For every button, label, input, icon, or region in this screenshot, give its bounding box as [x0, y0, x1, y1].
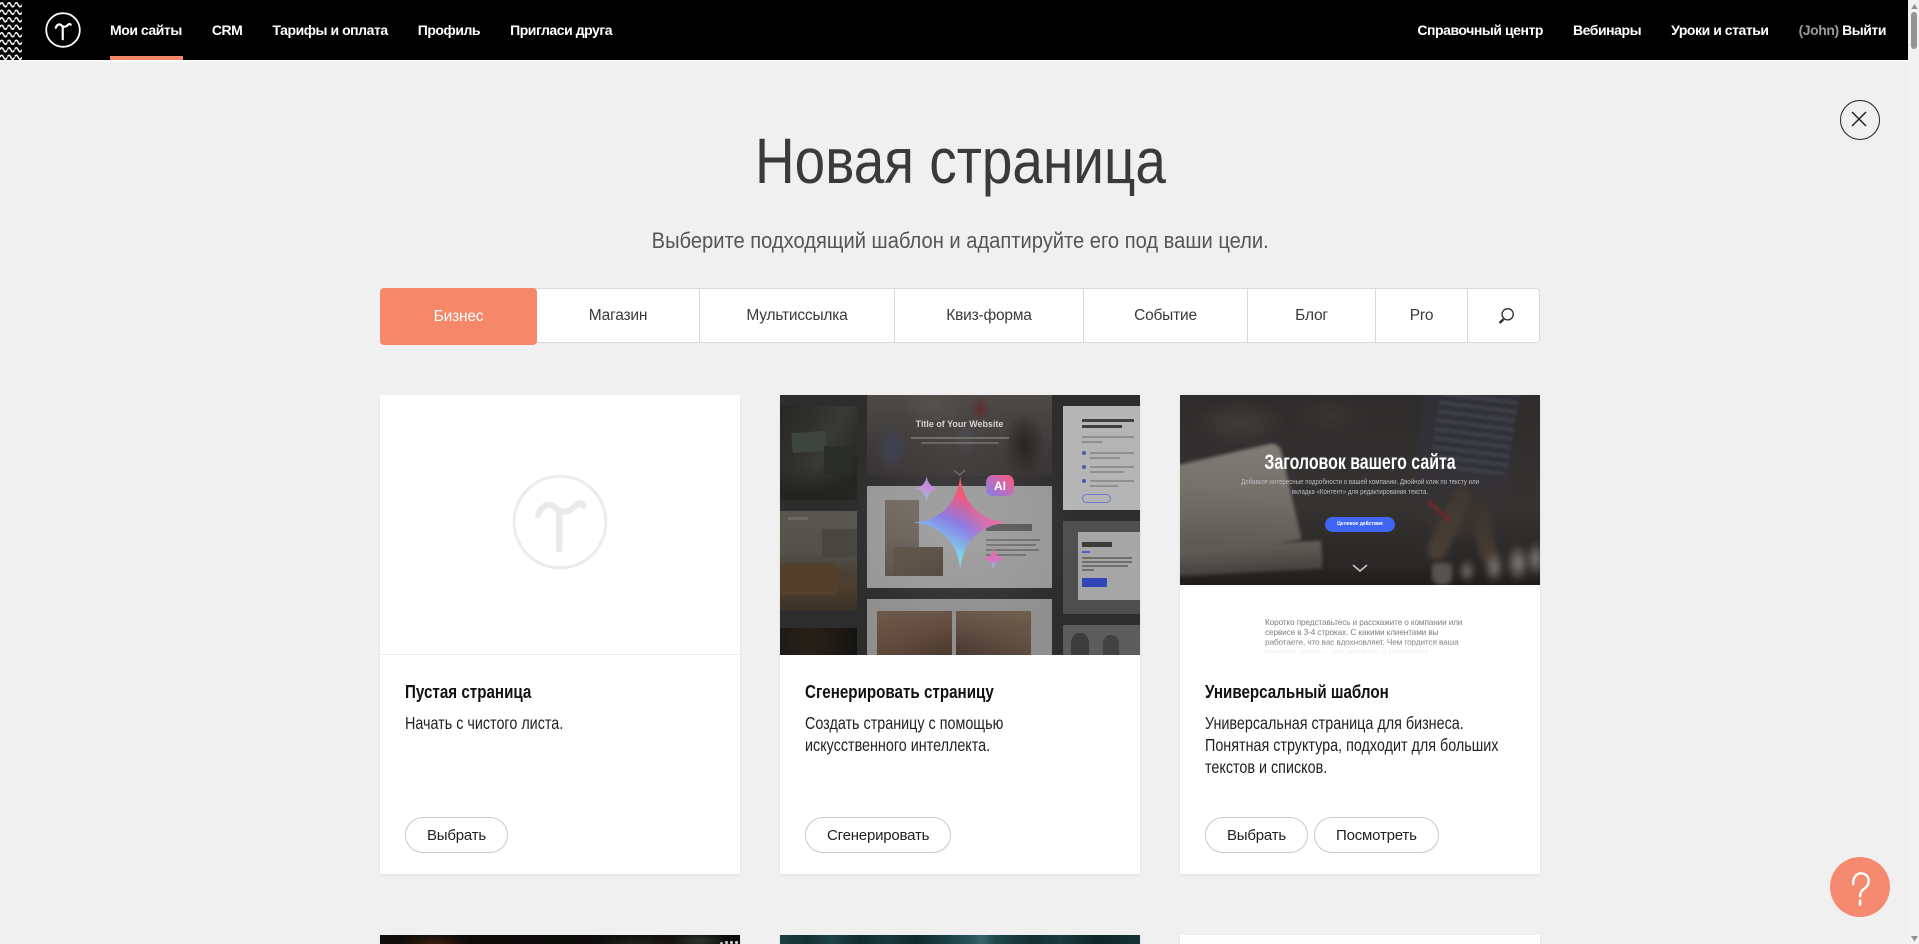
svg-text:AI: AI — [994, 479, 1006, 493]
